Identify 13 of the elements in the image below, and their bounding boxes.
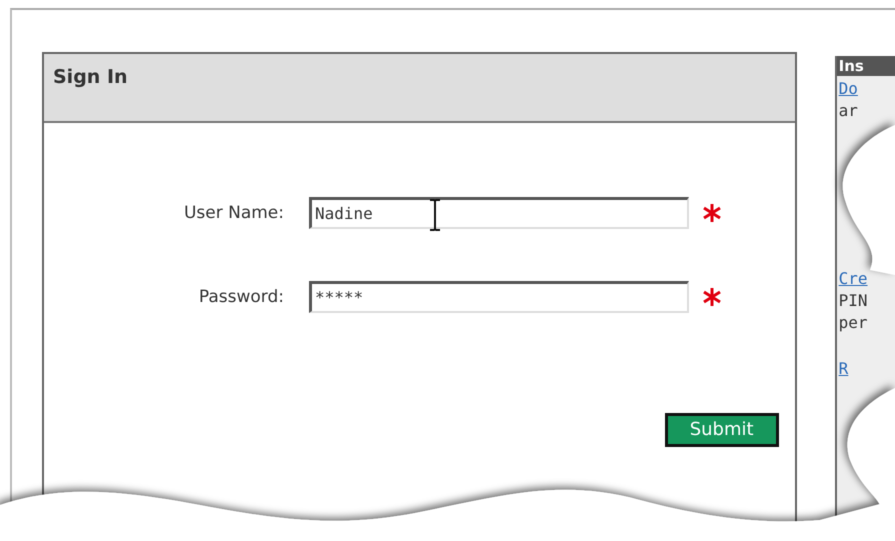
field-label: User Name: bbox=[182, 203, 284, 223]
side-link[interactable]: R bbox=[838, 358, 848, 380]
side-text: per bbox=[838, 312, 868, 334]
input-field[interactable]: ***** bbox=[309, 281, 689, 313]
submit-button[interactable]: Submit bbox=[664, 413, 779, 447]
side-link[interactable]: Cre bbox=[838, 268, 868, 290]
side-link[interactable]: Do bbox=[838, 78, 858, 100]
input-field[interactable]: Nadine bbox=[309, 197, 689, 229]
side-panel-title: Ins bbox=[838, 57, 864, 75]
panel-title: Sign In bbox=[53, 66, 128, 88]
field-label: Password: bbox=[198, 287, 284, 307]
side-text: PIN bbox=[838, 290, 868, 312]
side-text: ar bbox=[838, 100, 858, 122]
